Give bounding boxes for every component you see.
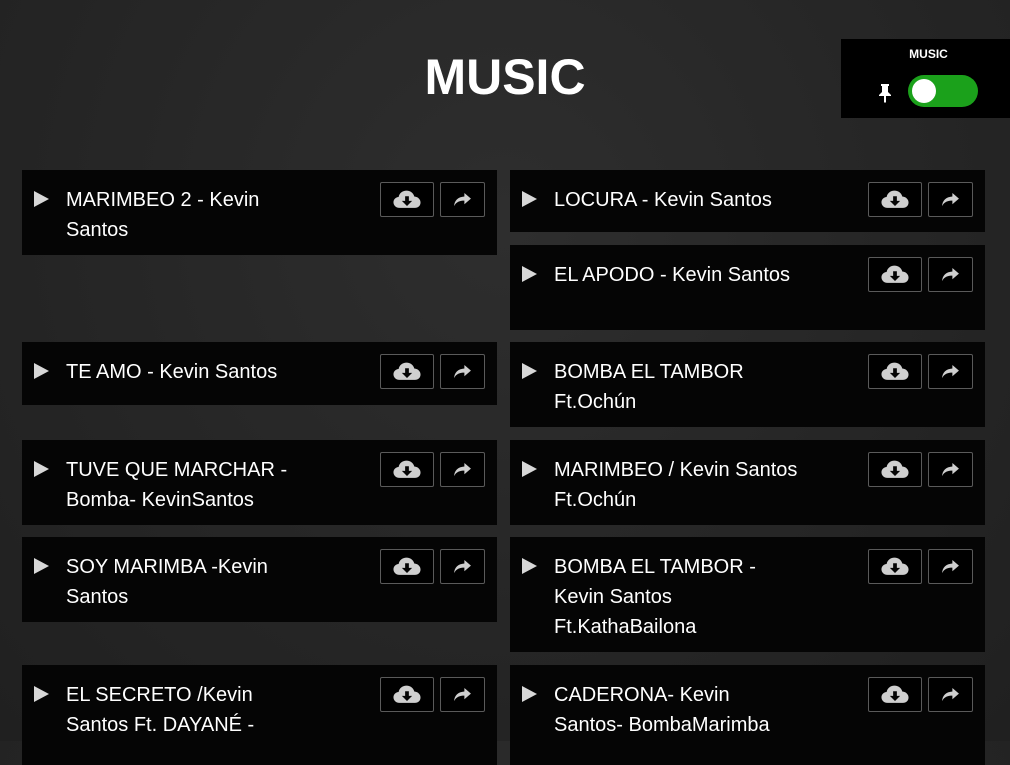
cloud-download-icon (393, 556, 421, 577)
share-button[interactable] (928, 452, 973, 487)
download-button[interactable] (868, 182, 922, 217)
share-button[interactable] (928, 677, 973, 712)
track-card: EL APODO - Kevin Santos (510, 245, 985, 330)
download-button[interactable] (868, 549, 922, 584)
share-button[interactable] (440, 182, 485, 217)
play-icon[interactable] (522, 686, 537, 702)
cloud-download-icon (393, 189, 421, 210)
play-icon[interactable] (34, 191, 49, 207)
track-title[interactable]: CADERONA- Kevin Santos- BombaMarimba (554, 680, 804, 740)
track-card: CADERONA- Kevin Santos- BombaMarimba (510, 665, 985, 765)
download-button[interactable] (380, 549, 434, 584)
cloud-download-icon (881, 189, 909, 210)
share-icon (941, 559, 960, 574)
share-button[interactable] (440, 677, 485, 712)
widget-label: MUSIC (909, 47, 948, 61)
play-icon[interactable] (522, 191, 537, 207)
track-card: EL SECRETO /Kevin Santos Ft. DAYANÉ - (22, 665, 497, 765)
download-button[interactable] (380, 182, 434, 217)
play-icon[interactable] (522, 363, 537, 379)
track-title[interactable]: MARIMBEO 2 - Kevin Santos (66, 185, 316, 245)
track-title[interactable]: MARIMBEO / Kevin Santos Ft.Ochún (554, 455, 804, 515)
cloud-download-icon (881, 264, 909, 285)
play-icon[interactable] (34, 461, 49, 477)
music-toggle[interactable] (908, 75, 978, 107)
play-icon[interactable] (34, 686, 49, 702)
track-title[interactable]: BOMBA EL TAMBOR - Kevin Santos Ft.KathaB… (554, 552, 804, 642)
pin-icon[interactable] (877, 83, 893, 103)
track-card: LOCURA - Kevin Santos (510, 170, 985, 232)
download-button[interactable] (868, 452, 922, 487)
track-card: SOY MARIMBA -Kevin Santos (22, 537, 497, 622)
share-icon (453, 364, 472, 379)
track-card: BOMBA EL TAMBOR - Kevin Santos Ft.KathaB… (510, 537, 985, 652)
track-title[interactable]: EL SECRETO /Kevin Santos Ft. DAYANÉ - (66, 680, 316, 740)
track-title[interactable]: TUVE QUE MARCHAR - Bomba- KevinSantos (66, 455, 316, 515)
share-icon (941, 364, 960, 379)
share-icon (453, 192, 472, 207)
track-title[interactable]: TE AMO - Kevin Santos (66, 357, 316, 387)
share-button[interactable] (440, 452, 485, 487)
share-icon (941, 192, 960, 207)
share-icon (941, 687, 960, 702)
share-button[interactable] (440, 549, 485, 584)
cloud-download-icon (881, 684, 909, 705)
cloud-download-icon (393, 361, 421, 382)
download-button[interactable] (380, 677, 434, 712)
share-icon (453, 462, 472, 477)
download-button[interactable] (868, 354, 922, 389)
download-button[interactable] (380, 452, 434, 487)
share-button[interactable] (928, 182, 973, 217)
track-card: MARIMBEO / Kevin Santos Ft.Ochún (510, 440, 985, 525)
track-card: TE AMO - Kevin Santos (22, 342, 497, 405)
share-button[interactable] (928, 549, 973, 584)
track-title[interactable]: EL APODO - Kevin Santos (554, 260, 804, 290)
download-button[interactable] (868, 677, 922, 712)
download-button[interactable] (380, 354, 434, 389)
play-icon[interactable] (522, 558, 537, 574)
track-title[interactable]: SOY MARIMBA -Kevin Santos (66, 552, 316, 612)
music-toggle-widget: MUSIC (841, 39, 1010, 118)
play-icon[interactable] (34, 363, 49, 379)
share-button[interactable] (440, 354, 485, 389)
track-card: BOMBA EL TAMBOR Ft.Ochún (510, 342, 985, 427)
share-icon (941, 267, 960, 282)
play-icon[interactable] (522, 461, 537, 477)
cloud-download-icon (393, 459, 421, 480)
cloud-download-icon (881, 459, 909, 480)
share-icon (941, 462, 960, 477)
cloud-download-icon (881, 556, 909, 577)
track-title[interactable]: BOMBA EL TAMBOR Ft.Ochún (554, 357, 804, 417)
play-icon[interactable] (522, 266, 537, 282)
share-icon (453, 687, 472, 702)
share-button[interactable] (928, 354, 973, 389)
download-button[interactable] (868, 257, 922, 292)
toggle-knob (912, 79, 936, 103)
track-title[interactable]: LOCURA - Kevin Santos (554, 185, 804, 215)
share-icon (453, 559, 472, 574)
cloud-download-icon (393, 684, 421, 705)
track-card: TUVE QUE MARCHAR - Bomba- KevinSantos (22, 440, 497, 525)
cloud-download-icon (881, 361, 909, 382)
track-card: MARIMBEO 2 - Kevin Santos (22, 170, 497, 255)
share-button[interactable] (928, 257, 973, 292)
play-icon[interactable] (34, 558, 49, 574)
